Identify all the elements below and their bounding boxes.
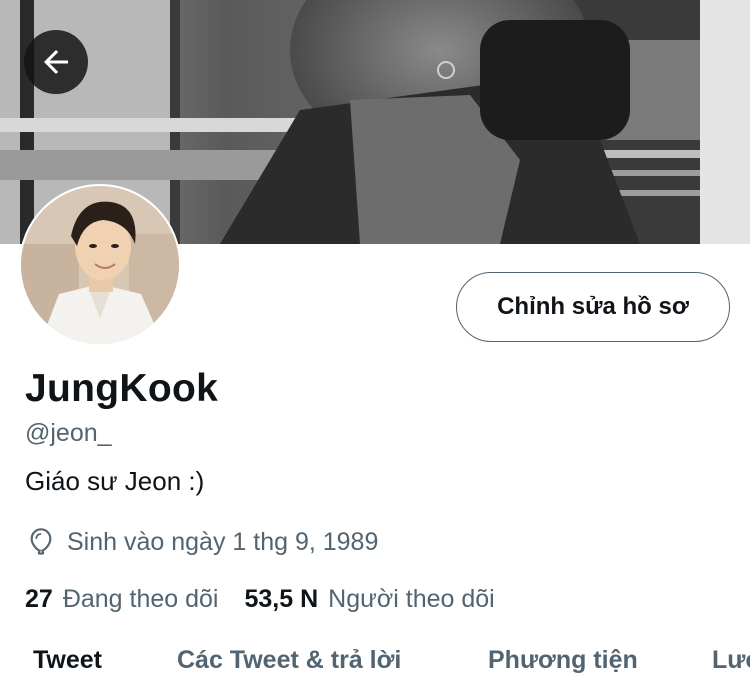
birthday-text: Sinh vào ngày 1 thg 9, 1989 — [67, 527, 379, 556]
followers-link[interactable]: 53,5 N Người theo dõi — [245, 585, 495, 614]
edit-profile-button[interactable]: Chỉnh sửa hồ sơ — [456, 272, 730, 342]
display-name: JungKook — [25, 367, 219, 410]
arrow-left-icon — [44, 50, 68, 74]
followers-label: Người theo dõi — [328, 585, 495, 613]
edit-profile-button-label: Chỉnh sửa hồ sơ — [497, 293, 689, 320]
avatar-photo — [19, 184, 181, 346]
followers-count: 53,5 N — [244, 585, 319, 613]
tab-tweets-and-replies[interactable]: Các Tweet & trả lời — [177, 646, 401, 675]
avatar[interactable] — [19, 184, 181, 346]
following-label: Đang theo dõi — [62, 585, 219, 613]
following-link[interactable]: 27 Đang theo dõi — [25, 585, 219, 614]
profile-page: Chỉnh sửa hồ sơ JungKook @jeon_ Giáo sư … — [0, 0, 750, 689]
profile-tabs: Tweet Các Tweet & trả lời Phương tiện Lư… — [0, 640, 750, 689]
tab-tweets[interactable]: Tweet — [33, 646, 102, 675]
follow-stats: 27 Đang theo dõi 53,5 N Người theo dõi — [25, 585, 495, 614]
bio-text: Giáo sư Jeon :) — [25, 466, 205, 496]
following-count: 27 — [25, 585, 53, 613]
back-button[interactable] — [24, 30, 88, 94]
balloon-icon — [30, 528, 52, 555]
username-handle: @jeon_ — [25, 419, 112, 447]
tab-likes[interactable]: Lượt thích — [712, 646, 750, 675]
birthday-row: Sinh vào ngày 1 thg 9, 1989 — [25, 526, 378, 558]
tab-media[interactable]: Phương tiện — [488, 646, 638, 675]
